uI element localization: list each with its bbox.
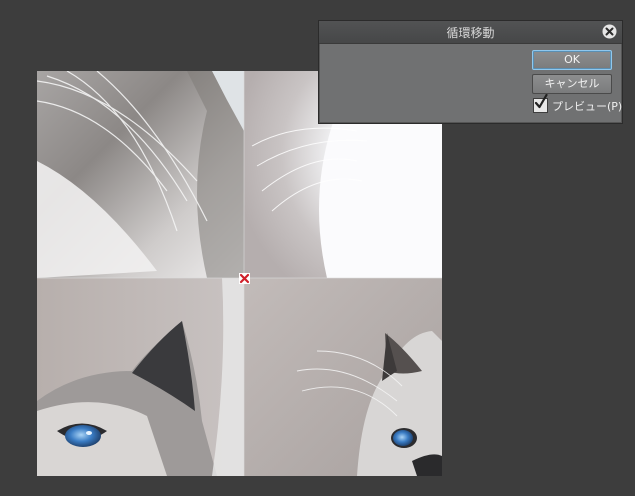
center-cross-marker-icon [239, 273, 250, 284]
workspace: 循環移動 OK キャンセル プレビュー(P) [0, 0, 635, 496]
close-icon[interactable] [602, 24, 617, 39]
checkmark-icon [534, 94, 548, 109]
cyclic-move-dialog: 循環移動 OK キャンセル プレビュー(P) [318, 20, 623, 124]
preview-label: プレビュー(P) [552, 100, 623, 113]
dialog-title: 循環移動 [446, 26, 495, 40]
cancel-button[interactable]: キャンセル [532, 74, 612, 94]
dialog-titlebar[interactable]: 循環移動 [319, 21, 622, 44]
ok-button[interactable]: OK [532, 50, 612, 70]
preview-checkbox-row[interactable]: プレビュー(P) [533, 94, 622, 113]
